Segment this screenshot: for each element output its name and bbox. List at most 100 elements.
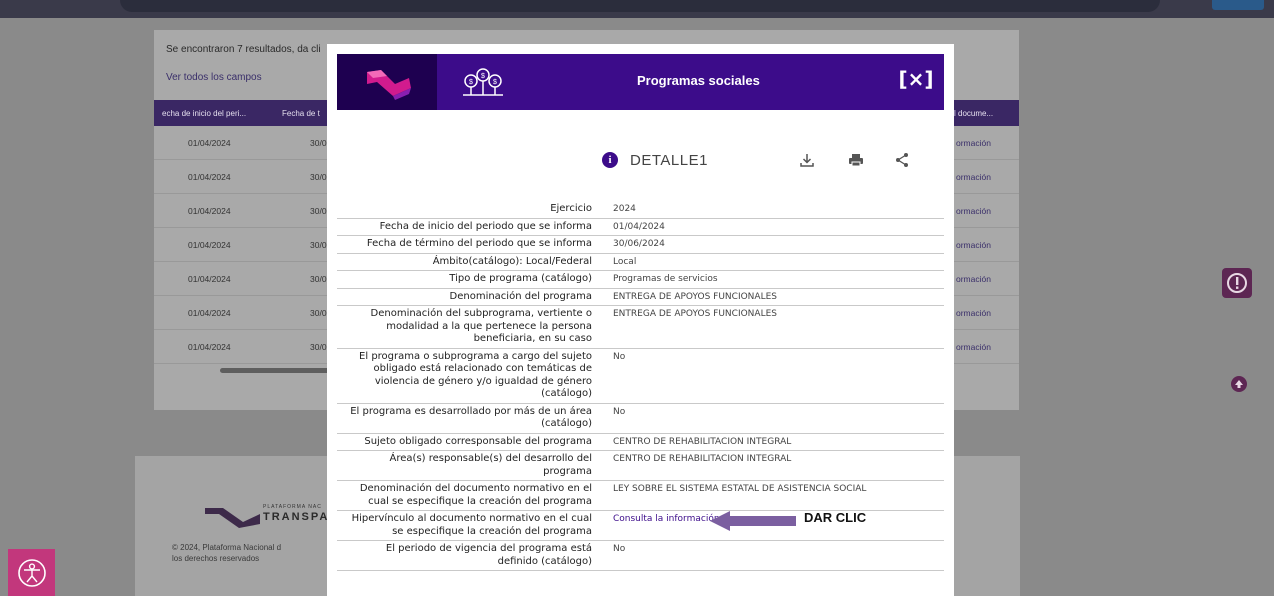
- cell-start-date: 01/04/2024: [188, 274, 231, 284]
- field-value: ENTREGA DE APOYOS FUNCIONALES: [613, 291, 777, 302]
- field-label: Hipervínculo al documento normativo en e…: [351, 513, 592, 537]
- field-row: Denominación del subprograma, vertiente …: [337, 306, 944, 349]
- field-value: LEY SOBRE EL SISTEMA ESTATAL DE ASISTENC…: [613, 484, 867, 494]
- cell-start-date: 01/04/2024: [188, 172, 231, 182]
- field-value: ENTREGA DE APOYOS FUNCIONALES: [613, 309, 777, 319]
- field-row: Denominación del programa ENTREGA DE APOY…: [337, 289, 944, 306]
- field-row: El programa es desarrollado por más de u…: [337, 404, 944, 434]
- alert-button[interactable]: [1222, 268, 1252, 298]
- copyright-line-1: © 2024, Plataforma Nacional d: [172, 543, 282, 552]
- arrow-up-icon: [1235, 380, 1243, 388]
- exclamation-circle-icon: [1227, 273, 1247, 293]
- field-value: 01/04/2024: [613, 221, 665, 232]
- svg-text:$: $: [469, 79, 473, 86]
- cell-start-date: 01/04/2024: [188, 138, 231, 148]
- cell-document-link[interactable]: ormación: [956, 308, 991, 318]
- field-row: Tipo de programa (catálogo) Programas de …: [337, 271, 944, 289]
- top-nav-bar: [0, 0, 1274, 18]
- field-row: Denominación del documento normativo en …: [337, 481, 944, 511]
- field-label: Denominación del programa: [449, 290, 592, 302]
- accessibility-button[interactable]: [8, 549, 55, 596]
- field-row: Fecha de inicio del periodo que se infor…: [337, 219, 944, 236]
- transparencia-logo-icon: [205, 508, 260, 528]
- field-label: El programa o subprograma a cargo del su…: [359, 350, 592, 400]
- cell-end-date: 30/0: [310, 138, 327, 148]
- pointer-arrow-icon: [710, 511, 796, 531]
- cell-start-date: 01/04/2024: [188, 342, 231, 352]
- field-value: No: [613, 544, 626, 554]
- field-label: Ejercicio: [550, 203, 592, 214]
- field-label: Sujeto obligado corresponsable del progr…: [364, 435, 592, 447]
- field-label: Fecha de inicio del periodo que se infor…: [379, 220, 592, 232]
- cell-start-date: 01/04/2024: [188, 240, 231, 250]
- field-label: Ámbito(catálogo): Local/Federal: [432, 255, 592, 267]
- cell-end-date: 30/0: [310, 172, 327, 182]
- field-value: No: [613, 406, 626, 417]
- field-value: CENTRO DE REHABILITACION INTEGRAL: [613, 436, 792, 447]
- detail-toolbar: i DETALLE1: [602, 148, 922, 172]
- cell-end-date: 30/0: [310, 308, 327, 318]
- program-detail-modal: $ $ $ Programas sociales [×] i DETALLE1: [327, 44, 954, 596]
- modal-title: Programas sociales: [637, 73, 760, 88]
- consult-information-link[interactable]: Consulta la información: [613, 514, 720, 524]
- field-value: 2024: [613, 204, 636, 214]
- field-row: Hipervínculo al documento normativo en e…: [337, 511, 944, 541]
- cell-start-date: 01/04/2024: [188, 206, 231, 216]
- cell-document-link[interactable]: ormación: [956, 138, 991, 148]
- footer-brand-small: PLATAFORMA NAC: [263, 504, 322, 510]
- click-here-annotation: DAR CLIC: [804, 510, 867, 525]
- download-button[interactable]: [797, 150, 817, 170]
- field-label: Denominación del documento normativo en …: [359, 483, 592, 507]
- field-value: CENTRO DE REHABILITACION INTEGRAL: [613, 454, 792, 464]
- scroll-top-button[interactable]: [1231, 376, 1247, 392]
- footer-copyright: © 2024, Plataforma Nacional d los derech…: [172, 542, 281, 564]
- program-fields-table: Ejercicio 2024 Fecha de inicio del periodo…: [337, 201, 944, 571]
- cell-document-link[interactable]: ormación: [956, 206, 991, 216]
- copyright-line-2: los derechos reservados: [172, 554, 260, 563]
- field-value: Consulta la información DAR CLIC: [592, 511, 944, 540]
- field-row: Fecha de término del periodo que se info…: [337, 236, 944, 254]
- header-logo: [337, 54, 437, 110]
- cell-end-date: 30/0: [310, 240, 327, 250]
- search-bar-shape: [120, 0, 1160, 12]
- see-all-fields-link[interactable]: Ver todos los campos: [166, 72, 262, 83]
- cell-document-link[interactable]: ormación: [956, 240, 991, 250]
- cell-end-date: 30/0: [310, 342, 327, 352]
- field-label: El periodo de vigencia del programa está…: [385, 543, 592, 567]
- column-header-start-date[interactable]: echa de inicio del peri...: [162, 109, 246, 118]
- field-label: Denominación del subprograma, vertiente …: [370, 308, 592, 344]
- cell-document-link[interactable]: ormación: [956, 342, 991, 352]
- field-row: El programa o subprograma a cargo del su…: [337, 349, 944, 404]
- close-button[interactable]: [×]: [898, 66, 933, 92]
- transparencia-logo-icon: [367, 70, 411, 100]
- field-row: Sujeto obligado corresponsable del progr…: [337, 434, 944, 451]
- field-value: Programas de servicios: [613, 274, 718, 284]
- cell-document-link[interactable]: ormación: [956, 274, 991, 284]
- social-programs-icon: $ $ $: [463, 68, 503, 96]
- field-row: El periodo de vigencia del programa está…: [337, 541, 944, 571]
- top-right-tab[interactable]: [1212, 0, 1264, 10]
- svg-text:$: $: [493, 79, 497, 86]
- column-header-end-date[interactable]: Fecha de t: [282, 109, 320, 118]
- download-icon: [800, 154, 814, 167]
- svg-text:$: $: [481, 73, 485, 80]
- cell-end-date: 30/0: [310, 274, 327, 284]
- field-value: Local: [613, 256, 637, 267]
- cell-document-link[interactable]: ormación: [956, 172, 991, 182]
- modal-header: $ $ $ Programas sociales [×]: [337, 54, 944, 110]
- print-button[interactable]: [846, 150, 866, 170]
- detail-title: DETALLE1: [630, 152, 708, 169]
- field-label: Tipo de programa (catálogo): [449, 273, 592, 284]
- share-button[interactable]: [892, 150, 912, 170]
- field-label: Fecha de término del periodo que se info…: [366, 238, 592, 249]
- field-label: El programa es desarrollado por más de u…: [350, 405, 592, 430]
- results-count-text: Se encontraron 7 resultados, da cli: [166, 44, 321, 55]
- cell-end-date: 30/0: [310, 206, 327, 216]
- field-label: Área(s) responsable(s) del desarrollo de…: [389, 453, 592, 477]
- field-row: Ejercicio 2024: [337, 201, 944, 219]
- info-icon: i: [602, 152, 618, 168]
- column-header-document[interactable]: l docume...: [954, 109, 993, 118]
- field-row: Ámbito(catálogo): Local/Federal Local: [337, 254, 944, 271]
- field-value: No: [613, 351, 626, 362]
- field-row: Área(s) responsable(s) del desarrollo de…: [337, 451, 944, 481]
